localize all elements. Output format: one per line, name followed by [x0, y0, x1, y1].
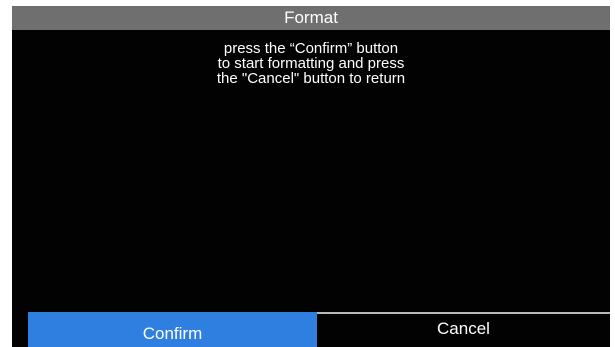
dialog-button-bar: Confirm Cancel — [12, 312, 610, 347]
message-line-3: the "Cancel" button to return — [216, 70, 406, 87]
cancel-button[interactable]: Cancel — [317, 312, 610, 347]
dialog-title: Format — [12, 6, 610, 30]
message-line-1: press the “Confirm” button — [223, 40, 399, 57]
dialog-message: press the “Confirm” button to start form… — [12, 41, 610, 86]
message-line-2: to start formatting and press — [217, 55, 405, 72]
confirm-button[interactable]: Confirm — [28, 312, 317, 347]
format-dialog-screen: Format press the “Confirm” button to sta… — [12, 6, 610, 347]
